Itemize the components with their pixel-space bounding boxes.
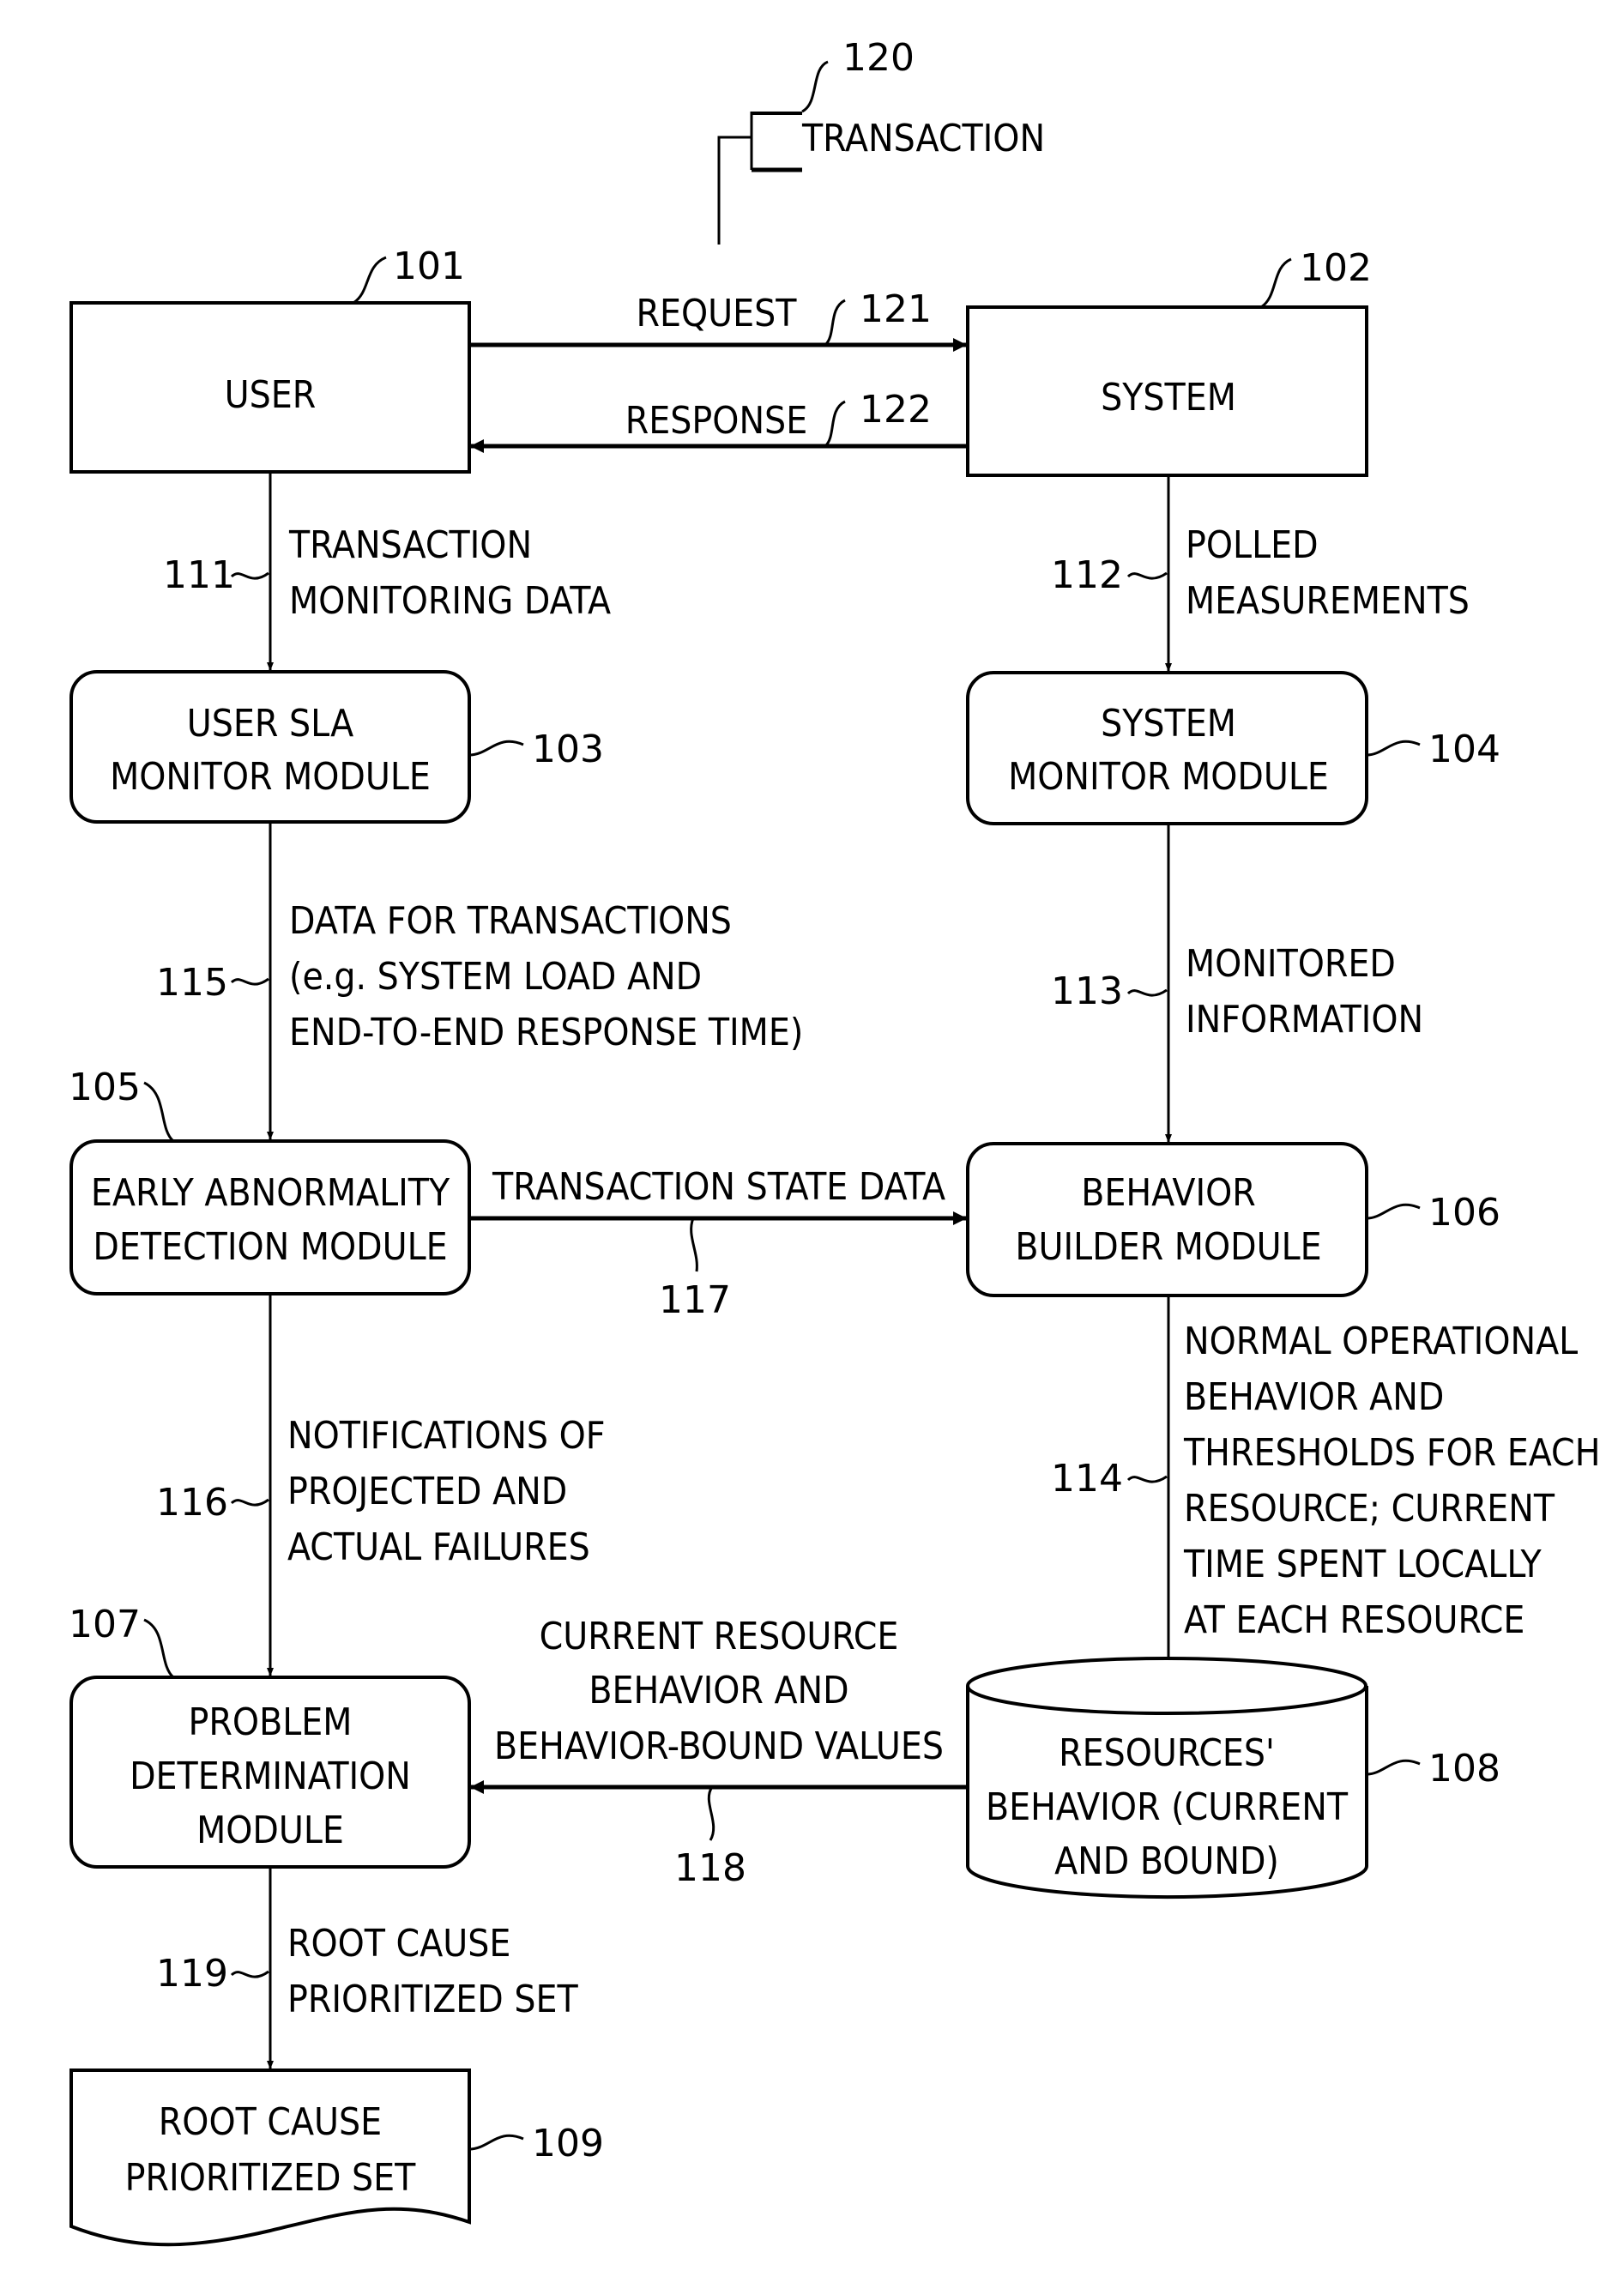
resources-behavior-line-2: BEHAVIOR (CURRENT xyxy=(986,1785,1349,1829)
resources-behavior-datastore: RESOURCES' BEHAVIOR (CURRENT AND BOUND) … xyxy=(966,1657,1500,1899)
edge-117-label: TRANSACTION STATE DATA xyxy=(492,1165,945,1209)
ref-102: 102 xyxy=(1300,246,1372,290)
response-label: RESPONSE xyxy=(625,399,807,443)
edge-118: CURRENT RESOURCE BEHAVIOR AND BEHAVIOR-B… xyxy=(470,1615,968,1890)
user-sla-node: USER SLA MONITOR MODULE 103 xyxy=(69,670,604,824)
problem-determination-line-2: DETERMINATION xyxy=(130,1754,411,1798)
ref-104: 104 xyxy=(1428,728,1500,771)
edge-118-line-1: CURRENT RESOURCE xyxy=(540,1615,899,1658)
request-edge: REQUEST 121 xyxy=(469,287,967,352)
edge-115-line-3: END-TO-END RESPONSE TIME) xyxy=(289,1011,803,1054)
ref-115: 115 xyxy=(156,961,228,1005)
edge-112-line-1: POLLED xyxy=(1186,523,1319,567)
ref-113: 113 xyxy=(1051,969,1123,1013)
ref-116: 116 xyxy=(156,1481,228,1525)
ref-109: 109 xyxy=(532,2122,604,2165)
edge-116-line-3: ACTUAL FAILURES xyxy=(287,1525,590,1569)
edge-115-line-1: DATA FOR TRANSACTIONS xyxy=(289,899,732,943)
system-label: SYSTEM xyxy=(1101,376,1236,420)
ref-103: 103 xyxy=(532,728,604,771)
user-node: USER 101 xyxy=(69,245,471,474)
ref-106: 106 xyxy=(1428,1191,1500,1235)
root-cause-line-2: PRIORITIZED SET xyxy=(125,2156,417,2200)
edge-114-line-6: AT EACH RESOURCE xyxy=(1184,1598,1524,1642)
flow-diagram: TRANSACTION 120 USER 101 SYSTEM 102 REQU… xyxy=(69,36,1600,2247)
transaction-bracket: TRANSACTION 120 xyxy=(717,36,1045,245)
resources-behavior-line-3: AND BOUND) xyxy=(1054,1839,1279,1883)
edge-116: NOTIFICATIONS OF PROJECTED AND ACTUAL FA… xyxy=(156,1294,606,1676)
behavior-builder-node: BEHAVIOR BUILDER MODULE 106 xyxy=(966,1142,1500,1297)
edge-119-line-1: ROOT CAUSE xyxy=(287,1922,510,1966)
system-monitor-line-2: MONITOR MODULE xyxy=(1008,755,1329,799)
ref-101: 101 xyxy=(393,245,465,288)
edge-115: DATA FOR TRANSACTIONS (e.g. SYSTEM LOAD … xyxy=(156,822,803,1140)
edge-116-line-2: PROJECTED AND xyxy=(287,1470,567,1513)
request-label: REQUEST xyxy=(637,292,798,335)
user-label: USER xyxy=(225,373,317,417)
edge-117: TRANSACTION STATE DATA 117 xyxy=(469,1165,967,1322)
edge-112-line-2: MEASUREMENTS xyxy=(1186,579,1470,623)
ref-121: 121 xyxy=(860,287,932,331)
user-sla-line-2: MONITOR MODULE xyxy=(110,755,431,799)
root-cause-document: ROOT CAUSE PRIORITIZED SET 109 xyxy=(69,2069,604,2247)
ref-117: 117 xyxy=(659,1278,731,1322)
edge-114: NORMAL OPERATIONAL BEHAVIOR AND THRESHOL… xyxy=(1051,1295,1600,1678)
edge-111-line-1: TRANSACTION xyxy=(288,523,532,567)
edge-113: MONITORED INFORMATION 113 xyxy=(1051,824,1423,1143)
system-monitor-node: SYSTEM MONITOR MODULE 104 xyxy=(966,671,1500,825)
system-monitor-line-1: SYSTEM xyxy=(1101,702,1236,746)
response-edge: RESPONSE 122 xyxy=(470,388,968,453)
behavior-builder-line-2: BUILDER MODULE xyxy=(1015,1225,1321,1269)
edge-119-line-2: PRIORITIZED SET xyxy=(287,1978,579,2021)
edge-114-line-4: RESOURCE; CURRENT xyxy=(1184,1487,1555,1531)
resources-behavior-line-1: RESOURCES' xyxy=(1059,1731,1275,1775)
ref-107: 107 xyxy=(69,1603,141,1646)
edge-111-line-2: MONITORING DATA xyxy=(289,579,611,623)
ref-105: 105 xyxy=(69,1066,141,1109)
edge-114-line-3: THRESHOLDS FOR EACH xyxy=(1183,1431,1600,1475)
edge-113-line-2: INFORMATION xyxy=(1186,998,1423,1042)
edge-114-line-2: BEHAVIOR AND xyxy=(1184,1375,1444,1419)
edge-113-line-1: MONITORED xyxy=(1186,942,1396,986)
ref-122: 122 xyxy=(860,388,932,432)
edge-118-line-3: BEHAVIOR-BOUND VALUES xyxy=(494,1724,944,1768)
ref-111: 111 xyxy=(163,553,235,597)
ref-119: 119 xyxy=(156,1952,228,1996)
early-abnormality-line-2: DETECTION MODULE xyxy=(93,1225,447,1269)
root-cause-line-1: ROOT CAUSE xyxy=(159,2100,382,2144)
ref-112: 112 xyxy=(1051,553,1123,597)
edge-115-line-2: (e.g. SYSTEM LOAD AND xyxy=(289,955,702,999)
edge-111: TRANSACTION MONITORING DATA 111 xyxy=(163,472,611,671)
edge-119: ROOT CAUSE PRIORITIZED SET 119 xyxy=(156,1867,579,2069)
early-abnormality-line-1: EARLY ABNORMALITY xyxy=(91,1171,450,1215)
ref-114: 114 xyxy=(1051,1457,1123,1501)
system-node: SYSTEM 102 xyxy=(966,246,1372,477)
problem-determination-line-1: PROBLEM xyxy=(189,1700,353,1744)
edge-118-line-2: BEHAVIOR AND xyxy=(589,1669,848,1712)
user-sla-line-1: USER SLA xyxy=(187,702,353,746)
ref-108: 108 xyxy=(1428,1747,1500,1791)
problem-determination-line-3: MODULE xyxy=(196,1809,344,1852)
transaction-label: TRANSACTION xyxy=(801,117,1045,160)
edge-114-line-1: NORMAL OPERATIONAL xyxy=(1184,1320,1578,1363)
ref-118: 118 xyxy=(674,1846,746,1890)
behavior-builder-line-1: BEHAVIOR xyxy=(1081,1171,1256,1215)
edge-112: POLLED MEASUREMENTS 112 xyxy=(1051,475,1470,672)
edge-114-line-5: TIME SPENT LOCALLY xyxy=(1183,1543,1542,1586)
ref-120: 120 xyxy=(842,36,915,80)
edge-116-line-1: NOTIFICATIONS OF xyxy=(287,1414,606,1458)
